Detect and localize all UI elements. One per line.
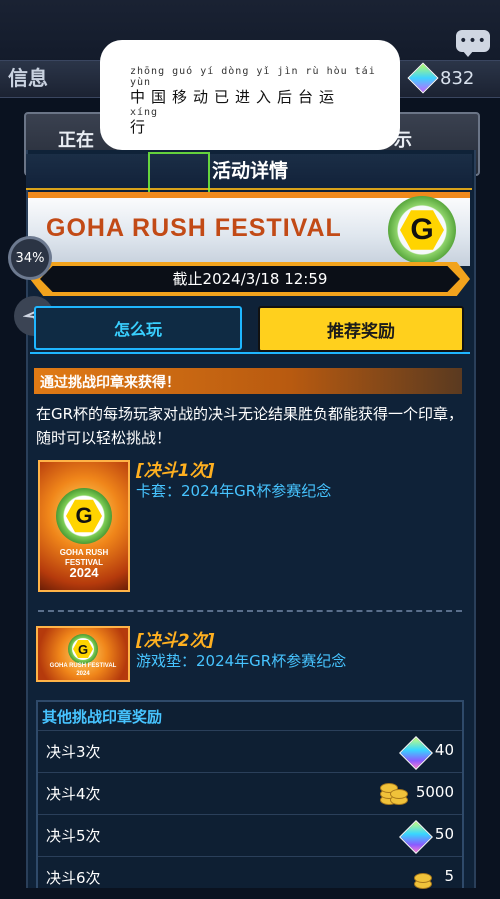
reward-1-desc: 卡套：2024年GR杯参赛纪念 — [136, 482, 332, 500]
event-description: 在GR杯的每场玩家对战的决斗无论结果胜负都能获得一个印章，随时可以轻松挑战！ — [36, 405, 464, 447]
card-sleeve-image: G GOHA RUSH FESTIVAL 2024 — [38, 460, 130, 592]
reward-2-desc: 游戏垫：2024年GR杯参赛纪念 — [136, 652, 347, 670]
gold-coins-icon — [414, 865, 442, 889]
reward-row-value: 5 — [444, 867, 454, 885]
game-mat-image: G GOHA RUSH FESTIVAL 2024 — [36, 626, 130, 682]
reward-row-value: 40 — [434, 741, 454, 759]
g-emblem-icon: G — [388, 196, 456, 264]
reward-row-label: 决斗6次 — [46, 869, 101, 887]
background-page-title: 信息 — [8, 66, 48, 90]
game-mat-caption: GOHA RUSH FESTIVAL 2024 — [49, 663, 117, 677]
tab-how-to-play[interactable]: 怎么玩 — [34, 306, 242, 350]
reward-row: 决斗6次 5 — [38, 856, 462, 899]
reward-row: 决斗4次 5000 — [38, 772, 462, 815]
bubble-hanzi: 中国移动已进入后台运 — [130, 88, 341, 106]
bubble-hanzi-2: 行 — [130, 118, 152, 136]
g-emblem-icon: G — [56, 488, 112, 544]
other-rewards-title: 其他挑战印章奖励 — [42, 708, 163, 726]
reward-2-title: [决斗2次] — [136, 631, 215, 651]
card-sleeve-caption: GOHA RUSH FESTIVAL 2024 — [59, 548, 109, 580]
reward-row-label: 决斗3次 — [46, 743, 101, 761]
section-header-title: 通过挑战印章来获得！ — [40, 375, 180, 391]
notification-bubble: zhōng guó yí dòng yǐ jìn rù hòu tái yùn … — [100, 40, 400, 150]
reward-row-label: 决斗5次 — [46, 827, 101, 845]
background-panel-text-left: 正在 — [58, 130, 94, 151]
gem-icon — [399, 820, 433, 854]
gem-counter: 832 — [407, 62, 500, 94]
gem-count-value: 832 — [440, 67, 475, 89]
tab-underline — [30, 352, 470, 354]
progress-percent-text: 34% — [15, 250, 45, 266]
gem-icon — [407, 62, 439, 94]
bubble-pinyin: zhōng guó yí dòng yǐ jìn rù hòu tái yùn — [130, 66, 376, 88]
reward-row-value: 5000 — [415, 783, 454, 801]
reward-1-title: [决斗1次] — [136, 461, 215, 481]
divider — [38, 610, 462, 612]
banner-stripe — [28, 192, 470, 198]
banner-title: GOHA RUSH FESTIVAL — [46, 214, 342, 242]
deadline-text: 截止2024/3/18 12:59 — [172, 270, 328, 288]
g-emblem-icon: G — [68, 634, 98, 664]
bubble-text: zhōng guó yí dòng yǐ jìn rù hòu tái yùn … — [130, 66, 380, 137]
reward-row: 决斗3次 40 — [38, 730, 462, 773]
progress-percent-badge: 34% — [8, 236, 52, 280]
reward-row-label: 决斗4次 — [46, 785, 101, 803]
reward-row-value: 50 — [434, 825, 454, 843]
tab-recommended-rewards[interactable]: 推荐奖励 — [258, 306, 464, 352]
reward-row: 决斗5次 50 — [38, 814, 462, 857]
gem-icon — [399, 736, 433, 770]
gold-coins-icon — [380, 781, 408, 805]
chat-icon[interactable]: ••• — [456, 30, 490, 57]
dialog-title: 活动详情 — [211, 160, 288, 182]
